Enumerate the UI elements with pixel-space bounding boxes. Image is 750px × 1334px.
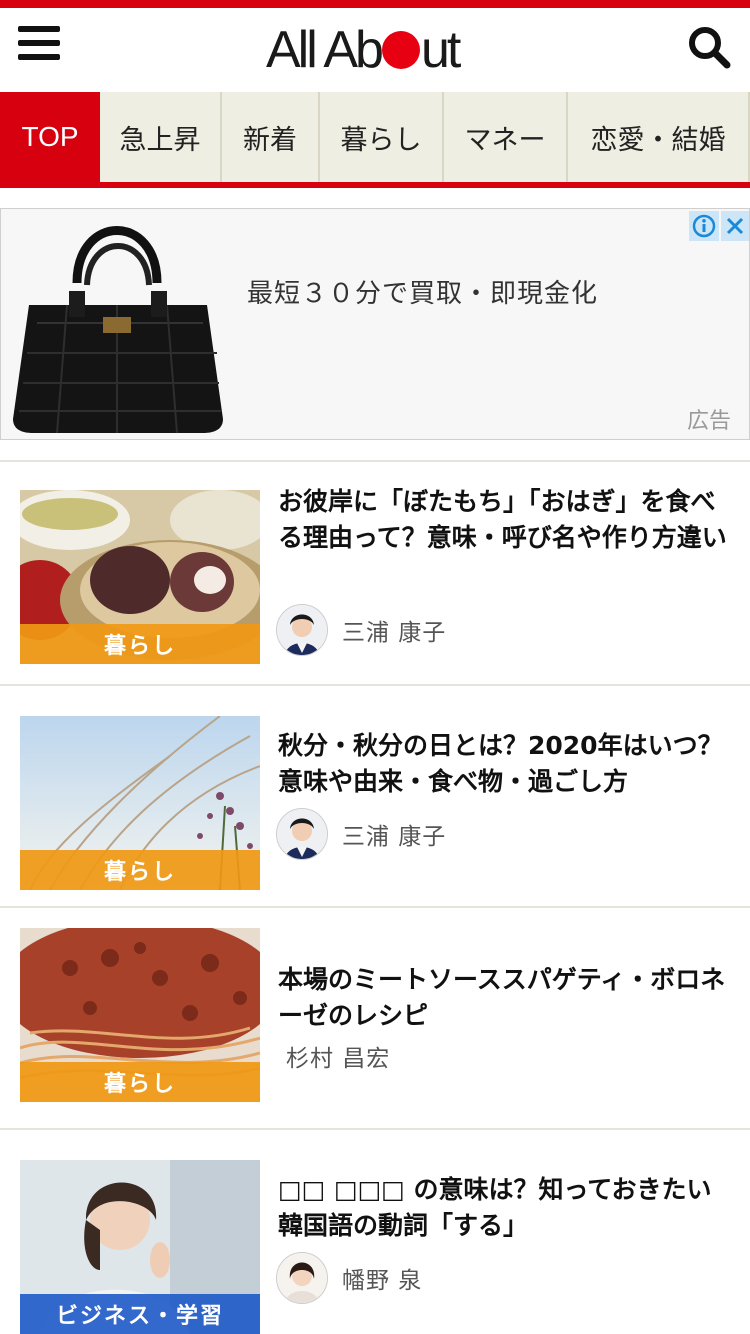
site-header: All Ab ut [0, 8, 750, 92]
article-item[interactable]: 暮らし お彼岸に「ぼたもち」「おはぎ」を食べる理由って？意味・呼び名や作り方違い… [0, 462, 750, 684]
ad-label: 広告 [687, 409, 732, 434]
article-title: 本場のミートソーススパゲティ・ボロネーゼのレシピ [278, 965, 726, 1030]
tab-trending[interactable]: 急上昇 [100, 92, 222, 182]
article-thumbnail: ビジネス・学習 [20, 1160, 260, 1334]
article-title: □□ □□□ の意味は？知っておきたい韓国語の動詞「する」 [278, 1175, 712, 1240]
author-name: 三浦 康子 [342, 824, 447, 850]
tab-label: 恋愛・結婚 [590, 124, 726, 156]
article-thumbnail: 暮らし [20, 928, 260, 1102]
author-name: 三浦 康子 [342, 620, 447, 646]
category-tab-bar: TOP 急上昇 新着 暮らし マネー 恋愛・結婚 [0, 92, 750, 188]
logo-text-right: ut [420, 21, 461, 79]
author-avatar [276, 808, 328, 860]
ad-text: 最短３０分で買取・即現金化 [247, 279, 599, 309]
article-thumbnail: 暮らし [20, 490, 260, 664]
ad-info-icon[interactable] [689, 211, 719, 241]
article-item[interactable]: ビジネス・学習 □□ □□□ の意味は？知っておきたい韓国語の動詞「する」 幡野… [0, 1130, 750, 1334]
tab-label: TOP [21, 121, 79, 152]
tab-label: 暮らし [340, 124, 422, 156]
article-title: お彼岸に「ぼたもち」「おはぎ」を食べる理由って？意味・呼び名や作り方違い [278, 487, 727, 552]
author-name: 幡野 泉 [342, 1268, 423, 1294]
site-logo[interactable]: All Ab ut [266, 18, 496, 82]
article-author: 三浦 康子 [276, 808, 446, 860]
category-badge: 暮らし [20, 624, 260, 664]
article-author: 幡野 泉 [276, 1252, 422, 1304]
article-author: 三浦 康子 [276, 604, 446, 656]
ad-handbag-image [7, 213, 229, 435]
category-badge: 暮らし [20, 1062, 260, 1102]
article-item[interactable]: 暮らし 本場のミートソーススパゲティ・ボロネーゼのレシピ 杉村 昌宏 [0, 908, 750, 1128]
article-thumbnail: 暮らし [20, 716, 260, 890]
top-accent-bar [0, 0, 750, 8]
tab-love-marriage[interactable]: 恋愛・結婚 [568, 92, 750, 182]
search-icon[interactable] [686, 24, 732, 70]
logo-text-left: All Ab [266, 21, 384, 79]
hamburger-menu-icon[interactable] [18, 26, 60, 62]
tab-label: 急上昇 [119, 124, 201, 156]
article-title: 秋分・秋分の日とは？2020年はいつ？意味や由来・食べ物・過ごし方 [278, 731, 723, 796]
tab-new[interactable]: 新着 [222, 92, 320, 182]
article-author: 杉村 昌宏 [286, 1030, 390, 1082]
tab-label: マネー [464, 124, 546, 156]
tab-top[interactable]: TOP [0, 92, 100, 182]
advertisement-banner[interactable]: 最短３０分で買取・即現金化 広告 [0, 208, 750, 440]
author-name: 杉村 昌宏 [286, 1046, 391, 1072]
tab-label: 新着 [243, 124, 297, 156]
author-avatar [276, 1252, 328, 1304]
category-badge: ビジネス・学習 [20, 1294, 260, 1334]
category-badge: 暮らし [20, 850, 260, 890]
logo-red-dot [381, 31, 420, 69]
article-item[interactable]: 暮らし 秋分・秋分の日とは？2020年はいつ？意味や由来・食べ物・過ごし方 三浦… [0, 686, 750, 906]
tab-living[interactable]: 暮らし [320, 92, 444, 182]
tab-money[interactable]: マネー [444, 92, 568, 182]
ad-close-icon[interactable] [721, 211, 749, 241]
author-avatar [276, 604, 328, 656]
